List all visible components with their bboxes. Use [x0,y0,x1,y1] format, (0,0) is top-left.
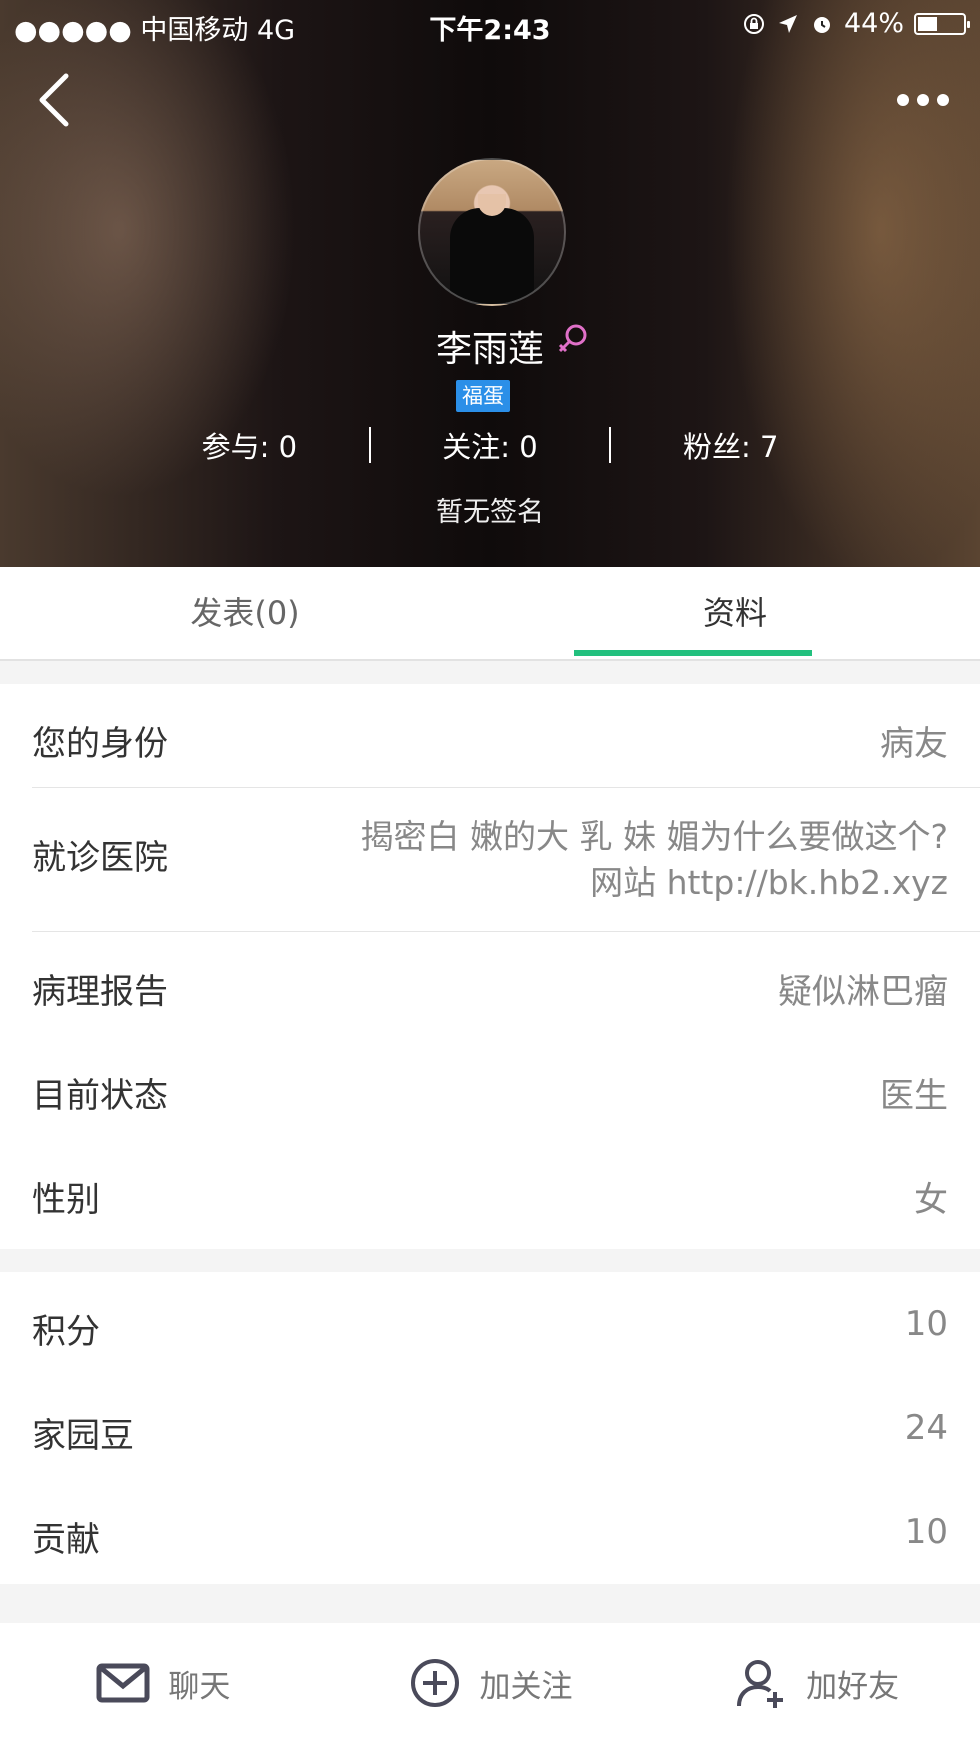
add-friend-label: 加好友 [806,1668,900,1705]
signature: 暂无签名 [436,497,544,528]
add-friend-button[interactable]: 加好友 [653,1656,980,1710]
info-row-hospital: 就诊医院 揭密白 嫩的大 乳 妹 媚为什么要做这个? 网站 http://bk.… [0,788,980,932]
info-row-status: 目前状态 医生 [0,1036,980,1140]
tab-posts[interactable]: 发表(0) [0,567,490,659]
info-row-contribution: 贡献 10 [0,1480,980,1584]
location-icon [778,14,797,33]
hospital-line-2: 网站 http://bk.hb2.xyz [590,863,948,902]
tab-bar: 发表(0) 资料 [0,567,980,661]
stats-bar: 参与: 0 关注: 0 粉丝: 7 [130,420,850,470]
row-label: 积分 [32,1312,100,1352]
info-row-gender: 性别 女 [0,1140,980,1244]
row-value: 24 [904,1408,948,1448]
stat-participate[interactable]: 参与: 0 [130,424,369,466]
info-row-pathology: 病理报告 疑似淋巴瘤 [0,932,980,1036]
follow-button[interactable]: 加关注 [327,1656,654,1710]
row-value: 10 [904,1512,948,1552]
info-row-identity: 您的身份 病友 [0,684,980,788]
chat-label: 聊天 [168,1668,231,1705]
more-button[interactable] [888,80,958,120]
row-label: 就诊医院 [32,838,168,878]
avatar[interactable] [418,158,566,306]
chevron-left-icon [39,73,69,127]
battery-icon [914,12,970,35]
tab-profile-info[interactable]: 资料 [490,567,980,659]
follow-label: 加关注 [479,1668,573,1705]
info-section-points: 积分 10 家园豆 24 贡献 10 [0,1272,980,1584]
plus-circle-icon [410,1659,459,1707]
row-value-multiline: 揭密白 嫩的大 乳 妹 媚为什么要做这个? 网站 http://bk.hb2.x… [248,814,948,906]
row-value: 医生 [880,1076,948,1116]
more-dot-icon [897,94,909,106]
row-value: 10 [904,1304,948,1344]
chat-button[interactable]: 聊天 [0,1656,327,1710]
add-user-icon [737,1660,784,1708]
status-icons: 44% [742,8,970,39]
battery-percent: 44% [843,8,904,39]
row-label: 目前状态 [32,1076,168,1116]
row-label: 家园豆 [32,1416,134,1456]
rotation-lock-icon [743,13,764,34]
more-dot-icon [917,94,929,106]
status-bar: ●●●●● 中国移动 4G 下午2:43 44% [0,0,980,48]
row-label: 病理报告 [32,972,168,1012]
info-row-beans: 家园豆 24 [0,1376,980,1480]
profile-header: ●●●●● 中国移动 4G 下午2:43 44% 李雨莲 福蛋 参与: 0 关注… [0,0,980,567]
row-value: 病友 [880,724,948,764]
mail-icon [96,1663,150,1703]
info-row-points: 积分 10 [0,1272,980,1376]
hospital-line-1: 揭密白 嫩的大 乳 妹 媚为什么要做这个? [360,817,948,856]
stat-following[interactable]: 关注: 0 [371,424,610,466]
row-label: 您的身份 [32,724,168,764]
more-dot-icon [937,94,949,106]
female-icon [558,324,587,353]
stat-fans[interactable]: 粉丝: 7 [611,424,850,466]
user-name: 李雨莲 [435,329,544,370]
user-badge: 福蛋 [456,380,510,412]
alarm-icon [813,16,830,33]
row-value: 疑似淋巴瘤 [778,972,948,1012]
row-label: 性别 [32,1180,100,1220]
back-button[interactable] [28,70,78,130]
info-section-basic: 您的身份 病友 就诊医院 揭密白 嫩的大 乳 妹 媚为什么要做这个? 网站 ht… [0,684,980,1249]
row-value: 女 [914,1180,948,1220]
row-label: 贡献 [32,1520,100,1560]
active-tab-indicator [574,650,812,656]
bottom-action-bar: 聊天 加关注 加好友 [0,1623,980,1743]
